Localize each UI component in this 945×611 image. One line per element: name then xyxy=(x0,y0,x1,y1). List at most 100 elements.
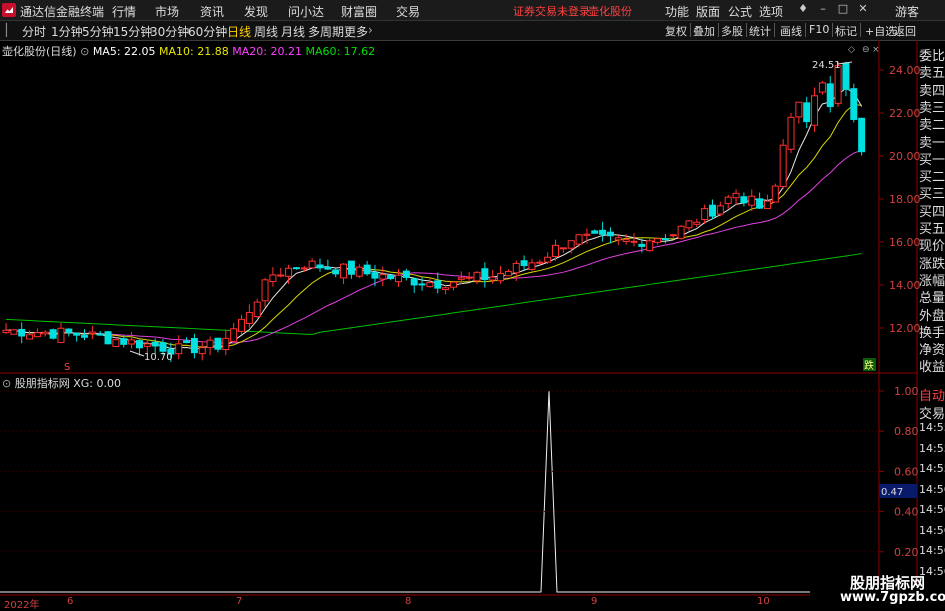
quote-row-label: 卖四 xyxy=(919,83,945,99)
indicator-grid xyxy=(0,390,879,553)
quote-row-label: 买一 xyxy=(919,152,945,168)
menu-item-faxian[interactable]: 发现 xyxy=(244,3,268,20)
diamond-icon[interactable]: ◇ xyxy=(848,45,855,55)
quote-row-label: 买五 xyxy=(919,222,945,237)
x-label-9: 9 xyxy=(591,596,598,607)
login-notice[interactable]: 证券交易未登录 xyxy=(513,3,590,19)
chevron-right-icon[interactable]: › xyxy=(368,23,373,37)
candle-body xyxy=(536,261,544,264)
tab-30min[interactable]: 30分钟 xyxy=(150,23,189,40)
ind-y-tick-label: 0.20 xyxy=(894,546,919,559)
ind-y-tick-label: 0.40 xyxy=(894,506,919,519)
user-guest[interactable]: 游客 xyxy=(895,3,919,20)
legend-toggle-icon[interactable]: ⊙ xyxy=(80,45,89,58)
menu-item-wenxiaoda[interactable]: 问小达 xyxy=(288,3,324,20)
menu-banmian[interactable]: 版面 xyxy=(696,3,720,20)
candle-body xyxy=(135,340,143,349)
candle-body xyxy=(732,192,740,199)
sell-marker: S xyxy=(64,362,70,373)
candle-body xyxy=(183,340,191,344)
candle-body xyxy=(65,328,73,333)
close-icon[interactable]: ✕ xyxy=(856,2,870,16)
candle-body xyxy=(434,280,442,289)
maximize-icon[interactable]: □ xyxy=(836,2,850,16)
main-legend: 壶化股份(日线) ⊙ MA5: 22.05 MA10: 21.88 MA20: … xyxy=(2,43,375,59)
candle-body xyxy=(763,200,771,210)
candle-body xyxy=(190,338,198,354)
candle-body xyxy=(724,196,732,204)
candle-body xyxy=(363,264,371,275)
tab-more[interactable]: 更多 xyxy=(344,23,368,40)
stats-button[interactable]: 统计 xyxy=(746,23,775,38)
candle-body xyxy=(669,234,677,237)
candle-body xyxy=(371,272,379,279)
quote-row-label: 卖一 xyxy=(919,135,945,151)
tab-monthly[interactable]: 月线 xyxy=(281,23,305,40)
tab-weekly[interactable]: 周线 xyxy=(254,23,278,40)
menu-item-hangqing[interactable]: 行情 xyxy=(112,3,136,20)
collapse-icon[interactable]: ⊖ xyxy=(862,45,870,55)
candle-body xyxy=(402,270,410,278)
tab-1min[interactable]: 1分钟 xyxy=(51,23,83,40)
ma60-line xyxy=(5,253,862,335)
tab-multi-period[interactable]: 多周期 xyxy=(308,23,344,40)
candle-body xyxy=(803,102,811,123)
quote-row-label: 委比 xyxy=(919,49,945,64)
low-annotation: 10.70 xyxy=(144,352,173,363)
candle-body xyxy=(591,230,599,234)
candle-body xyxy=(850,88,858,120)
candle-body xyxy=(740,196,748,204)
tab-daily[interactable]: 日线 xyxy=(227,23,251,40)
overlay-button[interactable]: 叠加 xyxy=(690,23,719,38)
candle-body xyxy=(292,267,300,270)
candle-body xyxy=(552,244,559,257)
candle-body xyxy=(49,329,57,339)
f10-button[interactable]: F10 xyxy=(806,23,834,37)
candle-body xyxy=(685,220,693,229)
menu-gongshi[interactable]: 公式 xyxy=(728,3,752,20)
candle-body xyxy=(104,331,112,345)
tab-arrow-icon[interactable]: ▏ xyxy=(6,23,15,37)
menu-item-caifuquan[interactable]: 财富圈 xyxy=(341,3,377,20)
back-button[interactable]: 返回 xyxy=(891,23,919,38)
indicator-toggle-icon[interactable]: ⊙ xyxy=(2,377,11,390)
candle-body xyxy=(26,334,34,340)
menu-xuanxiang[interactable]: 选项 xyxy=(759,3,783,20)
candle-body xyxy=(238,318,245,332)
die-marker: 跌 xyxy=(864,359,874,372)
tab-5min[interactable]: 5分钟 xyxy=(82,23,114,40)
tab-15min[interactable]: 15分钟 xyxy=(113,23,152,40)
tab-fenshi[interactable]: 分时 xyxy=(22,23,46,40)
menu-gongneng[interactable]: 功能 xyxy=(665,3,689,20)
quote-row-label: 收益 xyxy=(919,360,945,376)
trade-time: 14:55 xyxy=(919,462,945,475)
menu-item-jiaoyi[interactable]: 交易 xyxy=(396,3,420,20)
candle-body xyxy=(771,185,779,203)
trade-label[interactable]: 交易 xyxy=(919,403,945,422)
candle-body xyxy=(18,328,26,337)
indicator-title[interactable]: 股朋指标网 xyxy=(15,377,70,390)
y-tick-label: 20.00 xyxy=(889,150,921,163)
ma10-line xyxy=(5,104,862,348)
candle-body xyxy=(332,269,340,275)
candle-body xyxy=(10,329,18,335)
close-chart-icon[interactable]: × xyxy=(872,45,880,55)
menu-item-zixun[interactable]: 资讯 xyxy=(200,3,224,20)
chart-canvas[interactable]: 24.00 22.00 20.00 18.00 16.00 14.00 12.00 24.5… xyxy=(0,40,945,609)
multi-stock-button[interactable]: 多股 xyxy=(718,23,747,38)
candle-body xyxy=(481,268,489,281)
auto-trade-label[interactable]: 自动 xyxy=(919,385,945,404)
x-label-10: 10 xyxy=(757,596,770,607)
candle-body xyxy=(347,260,355,275)
menu-item-shichang[interactable]: 市场 xyxy=(155,3,179,20)
skin-icon[interactable]: ♦ xyxy=(796,2,810,16)
candle-body xyxy=(528,262,536,270)
draw-button[interactable]: 画线 xyxy=(777,23,806,38)
mark-button[interactable]: 标记 xyxy=(832,23,861,38)
fuquan-button[interactable]: 复权 xyxy=(662,23,691,38)
app-title: 通达信金融终端 xyxy=(20,5,105,19)
tab-60min[interactable]: 60分钟 xyxy=(188,23,227,40)
candle-body xyxy=(143,343,151,347)
minimize-icon[interactable]: – xyxy=(816,2,830,16)
candle-body xyxy=(340,263,348,279)
